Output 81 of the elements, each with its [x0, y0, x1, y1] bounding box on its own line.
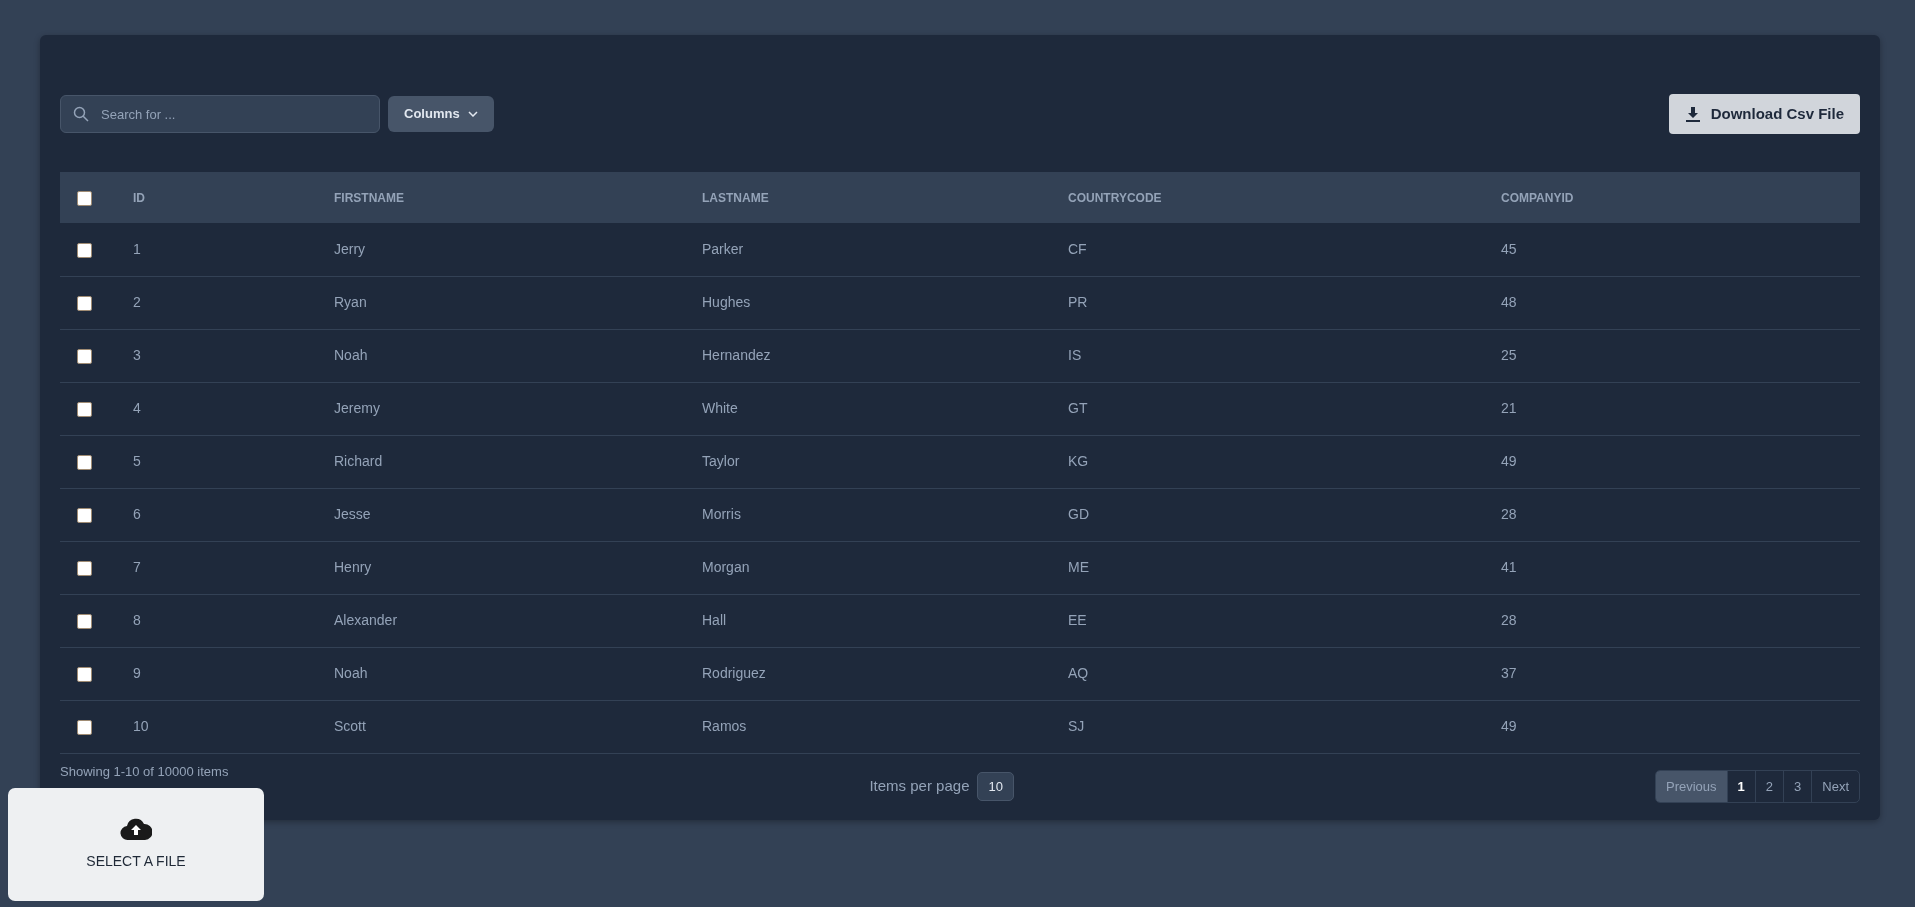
table-cell: CF: [1068, 240, 1087, 257]
table-cell: Ryan: [334, 294, 367, 310]
table-cell: GT: [1068, 400, 1088, 416]
table-cell: 25: [1501, 347, 1517, 363]
table-cell: Noah: [334, 347, 368, 363]
download-icon: [1684, 106, 1701, 122]
table-cell: PR: [1068, 294, 1088, 310]
items-per-page-select[interactable]: 10: [977, 771, 1014, 802]
page-button[interactable]: 3: [1783, 770, 1812, 803]
table-cell: 2: [133, 294, 141, 310]
items-summary: Showing 1-10 of 10000 items: [60, 762, 229, 781]
checkbox[interactable]: [77, 401, 92, 417]
table-cell: 28: [1501, 506, 1517, 522]
table-cell: Richard: [334, 453, 383, 469]
table-cell: Jeremy: [334, 400, 380, 416]
table-cell: 48: [1501, 294, 1517, 310]
column-header[interactable]: FIRSTNAME: [334, 190, 404, 205]
checkbox[interactable]: [77, 666, 92, 682]
table-cell: 6: [133, 506, 141, 522]
table-cell: Alexander: [334, 612, 398, 628]
table-cell: 45: [1501, 240, 1517, 257]
table-cell: 21: [1501, 400, 1517, 416]
checkbox[interactable]: [77, 348, 92, 364]
table-cell: KG: [1068, 453, 1089, 469]
file-upload-card[interactable]: SELECT A FILE: [8, 788, 264, 901]
table-cell: Morris: [702, 506, 741, 522]
next-button[interactable]: Next: [1811, 770, 1859, 803]
checkbox[interactable]: [77, 190, 92, 206]
table-cell: Hughes: [702, 294, 751, 310]
table-cell: Morgan: [702, 559, 750, 575]
table-cell: 4: [133, 400, 141, 416]
items-per-page-label: Items per page: [869, 776, 970, 797]
search-field[interactable]: Search for ...: [60, 95, 380, 133]
table-cell: AQ: [1068, 665, 1089, 681]
table-cell: Taylor: [702, 453, 740, 469]
table-cell: Parker: [702, 240, 744, 257]
table-cell: Scott: [334, 718, 366, 734]
table-cell: 10: [133, 718, 149, 734]
checkbox[interactable]: [77, 295, 92, 311]
table-cell: SJ: [1068, 718, 1085, 734]
page-button[interactable]: 2: [1754, 770, 1784, 803]
upload-label: SELECT A FILE: [86, 852, 186, 871]
table-cell: EE: [1068, 612, 1087, 628]
table-cell: Jesse: [334, 506, 371, 522]
table-cell: 8: [133, 612, 141, 628]
checkbox[interactable]: [77, 507, 92, 523]
table-cell: ME: [1068, 559, 1089, 575]
table-cell: 49: [1501, 718, 1517, 734]
table-cell: 7: [133, 559, 141, 575]
column-header[interactable]: COUNTRYCODE: [1068, 190, 1162, 205]
table-cell: White: [702, 400, 738, 416]
table-cell: Hall: [702, 612, 727, 628]
table-cell: 37: [1501, 665, 1517, 681]
chevron-icon: [467, 111, 478, 117]
table-cell: Henry: [334, 559, 372, 575]
column-header[interactable]: ID: [133, 190, 145, 205]
table-cell: Ramos: [702, 718, 747, 734]
table-cell: Hernandez: [702, 347, 771, 363]
search-icon: [73, 106, 89, 122]
checkbox[interactable]: [77, 560, 92, 576]
table-cell: 9: [133, 665, 141, 681]
table-cell: Rodriguez: [702, 665, 766, 681]
columns-button[interactable]: Columns: [388, 96, 494, 132]
checkbox[interactable]: [77, 613, 92, 629]
table-cell: Jerry: [334, 240, 366, 257]
checkbox[interactable]: [77, 719, 92, 735]
column-header[interactable]: COMPANYID: [1501, 190, 1574, 205]
table-cell: GD: [1068, 506, 1089, 522]
column-header[interactable]: LASTNAME: [702, 190, 769, 205]
table-cell: 5: [133, 453, 141, 469]
table-cell: 28: [1501, 612, 1517, 628]
download-button[interactable]: Download Csv File: [1668, 94, 1860, 134]
checkbox[interactable]: [77, 242, 92, 258]
cloud-upload-icon: [120, 817, 152, 841]
table-cell: 1: [133, 240, 141, 257]
table-cell: IS: [1068, 347, 1082, 363]
checkbox[interactable]: [77, 454, 92, 470]
table-cell: 41: [1501, 559, 1517, 575]
table-cell: Noah: [334, 665, 368, 681]
table-cell: 3: [133, 347, 141, 363]
table-cell: 49: [1501, 453, 1517, 469]
